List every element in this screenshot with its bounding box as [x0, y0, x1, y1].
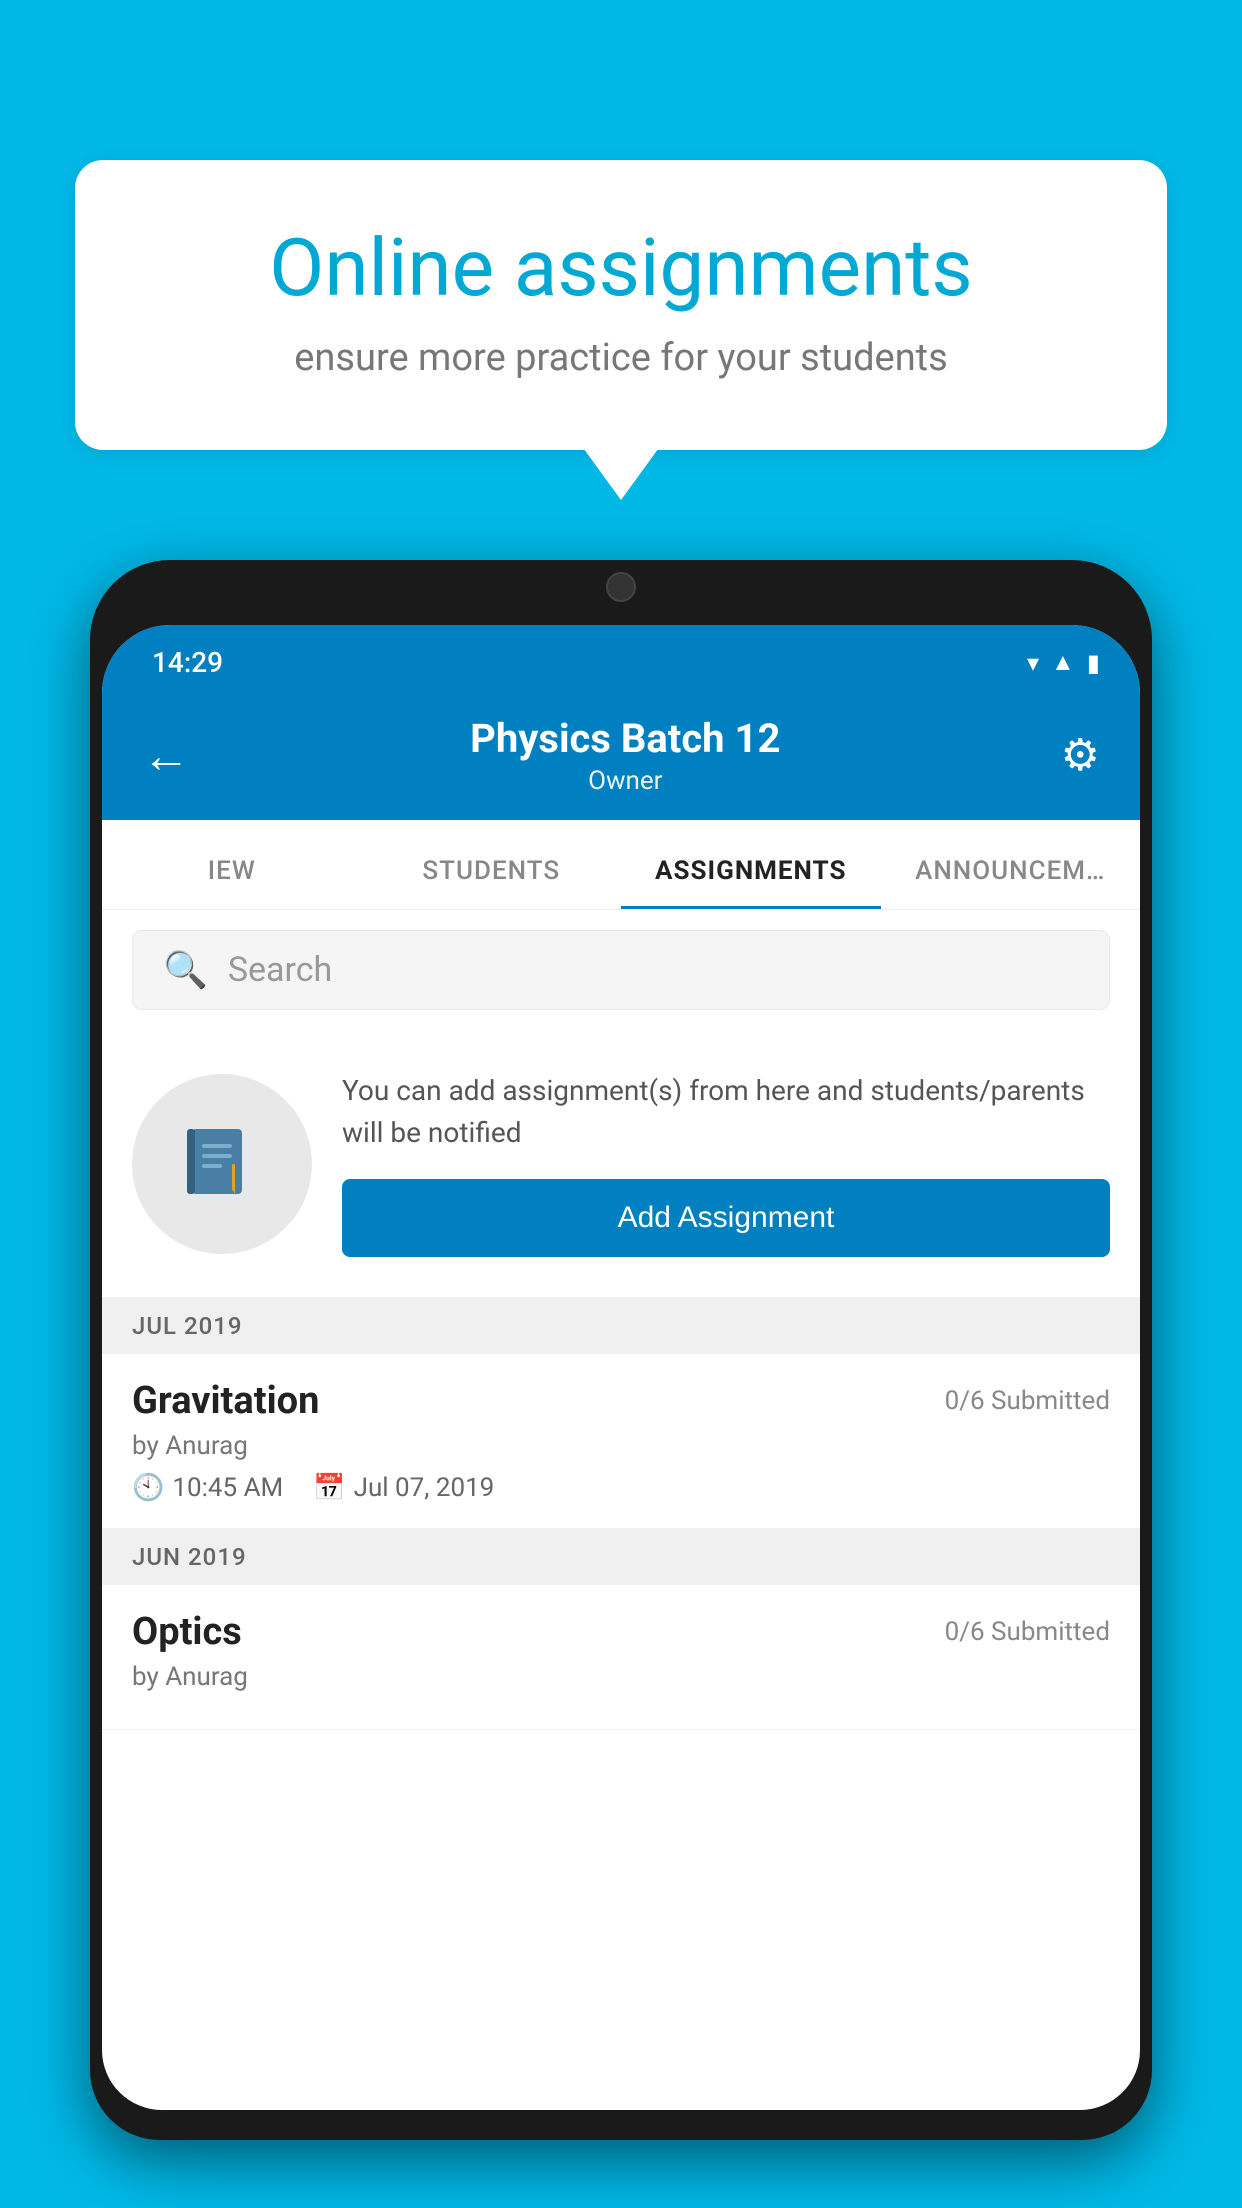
add-description: You can add assignment(s) from here and … — [342, 1070, 1110, 1154]
optics-submitted: 0/6 Submitted — [945, 1617, 1110, 1647]
tabs-container: IEW STUDENTS ASSIGNMENTS ANNOUNCEM… — [102, 820, 1140, 910]
app-bar-title: Physics Batch 12 — [470, 715, 780, 762]
notebook-icon — [177, 1119, 267, 1209]
assignment-date-value: Jul 07, 2019 — [354, 1473, 495, 1503]
assignment-row1: Gravitation 0/6 Submitted — [132, 1379, 1110, 1423]
bubble-subtitle: ensure more practice for your students — [155, 336, 1087, 380]
back-button[interactable]: ← — [142, 727, 190, 784]
tab-announcements[interactable]: ANNOUNCEM… — [881, 856, 1141, 909]
status-bar: 14:29 ▾ ▲ ▮ — [102, 625, 1140, 690]
add-assignment-button[interactable]: Add Assignment — [342, 1179, 1110, 1257]
search-bar-wrapper: 🔍 Search — [102, 910, 1140, 1030]
app-bar-center: Physics Batch 12 Owner — [470, 715, 780, 796]
front-camera — [606, 572, 636, 602]
tab-assignments[interactable]: ASSIGNMENTS — [621, 856, 881, 909]
speech-bubble-wrapper: Online assignments ensure more practice … — [75, 160, 1167, 450]
speech-bubble: Online assignments ensure more practice … — [75, 160, 1167, 450]
search-bar[interactable]: 🔍 Search — [132, 930, 1110, 1010]
bubble-title: Online assignments — [155, 220, 1087, 316]
assignment-gravitation[interactable]: Gravitation 0/6 Submitted by Anurag 🕙 10… — [102, 1354, 1140, 1529]
app-bar: ← Physics Batch 12 Owner ⚙ — [102, 690, 1140, 820]
phone-notch — [521, 560, 721, 615]
assignment-time-value: 10:45 AM — [172, 1473, 283, 1503]
phone-screen: 14:29 ▾ ▲ ▮ ← Physics Batch 12 Owner ⚙ I… — [102, 625, 1140, 2110]
section-header-jun: JUN 2019 — [102, 1529, 1140, 1585]
optics-row1: Optics 0/6 Submitted — [132, 1610, 1110, 1654]
battery-icon: ▮ — [1087, 649, 1100, 677]
assignment-icon-circle — [132, 1074, 312, 1254]
tab-students[interactable]: STUDENTS — [362, 856, 622, 909]
tab-iew[interactable]: IEW — [102, 856, 362, 909]
section-header-jul: JUL 2019 — [102, 1298, 1140, 1354]
phone-mockup: 14:29 ▾ ▲ ▮ ← Physics Batch 12 Owner ⚙ I… — [90, 560, 1152, 2208]
status-icons: ▾ ▲ ▮ — [1027, 648, 1100, 677]
status-time: 14:29 — [152, 646, 223, 679]
search-placeholder: Search — [228, 950, 332, 990]
settings-icon[interactable]: ⚙ — [1061, 729, 1100, 781]
assignment-name: Gravitation — [132, 1379, 319, 1423]
app-bar-subtitle: Owner — [470, 766, 780, 796]
calendar-icon: 📅 — [313, 1473, 345, 1503]
assignment-author: by Anurag — [132, 1431, 1110, 1461]
assignment-meta: 🕙 10:45 AM 📅 Jul 07, 2019 — [132, 1473, 1110, 1503]
add-assignment-section: You can add assignment(s) from here and … — [102, 1030, 1140, 1298]
add-section-right: You can add assignment(s) from here and … — [342, 1070, 1110, 1257]
optics-author: by Anurag — [132, 1662, 1110, 1692]
phone-outer: 14:29 ▾ ▲ ▮ ← Physics Batch 12 Owner ⚙ I… — [90, 560, 1152, 2140]
optics-name: Optics — [132, 1610, 242, 1654]
signal-icon: ▲ — [1051, 648, 1075, 677]
search-icon: 🔍 — [163, 949, 208, 991]
assignment-submitted: 0/6 Submitted — [945, 1386, 1110, 1416]
wifi-icon: ▾ — [1027, 649, 1039, 677]
assignment-time: 🕙 10:45 AM — [132, 1473, 283, 1503]
assignment-optics[interactable]: Optics 0/6 Submitted by Anurag — [102, 1585, 1140, 1730]
assignment-date: 📅 Jul 07, 2019 — [313, 1473, 494, 1503]
clock-icon: 🕙 — [132, 1473, 164, 1503]
